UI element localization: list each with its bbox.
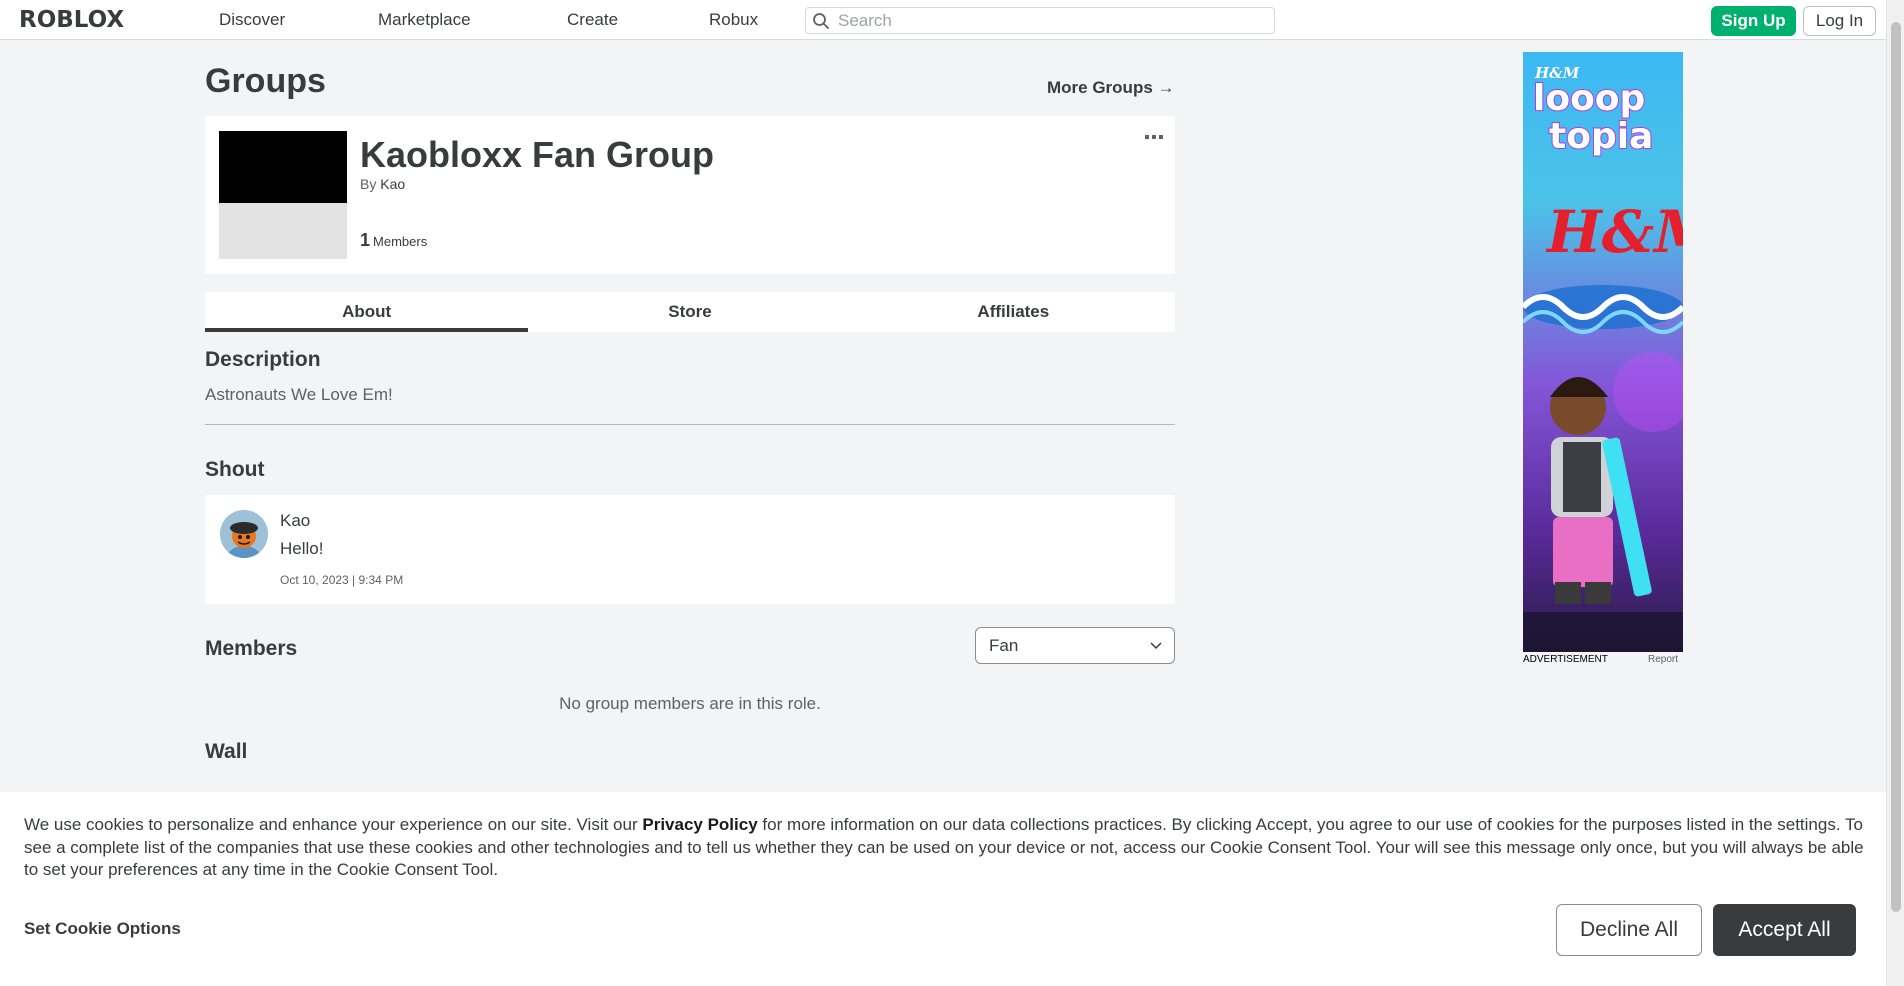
page-title: Groups — [205, 62, 326, 100]
group-emblem-dark-area — [219, 131, 347, 203]
tab-store[interactable]: Store — [528, 292, 851, 332]
privacy-policy-link[interactable]: Privacy Policy — [642, 815, 757, 834]
search-input[interactable] — [838, 10, 1268, 32]
sign-up-button[interactable]: Sign Up — [1711, 6, 1796, 36]
page-scrollbar[interactable] — [1886, 0, 1904, 986]
more-options-icon[interactable] — [1145, 134, 1163, 140]
shout-timestamp: Oct 10, 2023 | 9:34 PM — [280, 573, 404, 587]
no-members-message: No group members are in this role. — [559, 694, 821, 713]
advertisement-label: ADVERTISEMENT — [1523, 654, 1608, 665]
owner-link[interactable]: Kao — [380, 176, 405, 192]
scrollbar-thumb[interactable] — [1891, 22, 1901, 912]
group-emblem-image — [219, 131, 347, 259]
ad-headline-line-2: topia — [1549, 116, 1653, 157]
tab-affiliates[interactable]: Affiliates — [852, 292, 1175, 332]
ad-headline-line-1: looop — [1533, 78, 1645, 119]
shout-message: Hello! — [280, 539, 324, 558]
accept-all-button[interactable]: Accept All — [1713, 904, 1856, 956]
decline-all-button[interactable]: Decline All — [1556, 904, 1702, 956]
member-count-label: Members — [373, 234, 428, 249]
role-dropdown[interactable]: Fan — [975, 627, 1175, 664]
shout-card: Kao Hello! Oct 10, 2023 | 9:34 PM — [205, 495, 1175, 604]
cookie-consent-banner: We use cookies to personalize and enhanc… — [0, 792, 1886, 986]
log-in-button[interactable]: Log In — [1803, 6, 1876, 36]
set-cookie-options-link[interactable]: Set Cookie Options — [24, 919, 181, 939]
roblox-logo[interactable]: ROBLOX — [19, 9, 124, 32]
ad-brand-large: H&M — [1545, 198, 1683, 266]
role-selected-value: Fan — [989, 636, 1019, 655]
shout-author[interactable]: Kao — [280, 511, 310, 531]
avatar-headshot-image — [220, 510, 268, 558]
search-icon — [813, 13, 829, 29]
chevron-down-icon — [1150, 642, 1162, 650]
group-name: Kaobloxx Fan Group — [360, 134, 715, 175]
nav-marketplace[interactable]: Marketplace — [378, 11, 471, 29]
more-groups-link[interactable]: More Groups → — [1047, 78, 1175, 98]
ad-report-link[interactable]: Report — [1648, 654, 1678, 665]
member-count-value: 1 — [360, 230, 371, 250]
cookie-text-intro: We use cookies to personalize and enhanc… — [24, 815, 643, 834]
shout-heading: Shout — [205, 458, 265, 481]
by-label: By — [360, 176, 377, 192]
members-heading: Members — [205, 637, 298, 660]
group-owner: By Kao — [360, 176, 405, 192]
section-divider — [205, 424, 1175, 425]
group-header-card: Kaobloxx Fan Group By Kao 1 Members — [205, 116, 1175, 274]
tab-about[interactable]: About — [205, 292, 529, 332]
member-count: 1 Members — [360, 230, 427, 251]
description-heading: Description — [205, 348, 321, 371]
more-groups-label: More Groups — [1047, 78, 1153, 97]
advertisement-image: H&M looop topia H&M — [1523, 64, 1683, 652]
nav-discover[interactable]: Discover — [219, 11, 285, 29]
nav-robux[interactable]: Robux — [709, 11, 758, 29]
advertisement-banner[interactable]: H&M looop topia H&M — [1523, 52, 1683, 652]
nav-create[interactable]: Create — [567, 11, 618, 29]
avatar[interactable] — [220, 510, 268, 558]
wall-heading: Wall — [205, 740, 248, 763]
cookie-message: We use cookies to personalize and enhanc… — [24, 814, 1864, 882]
description-text: Astronauts We Love Em! — [205, 385, 393, 404]
search-box[interactable] — [805, 7, 1275, 34]
group-tabs: About Store Affiliates — [205, 292, 1175, 332]
top-navigation-bar: ROBLOX Discover Marketplace Create Robux… — [0, 0, 1886, 40]
arrow-right-icon: → — [1157, 78, 1175, 97]
